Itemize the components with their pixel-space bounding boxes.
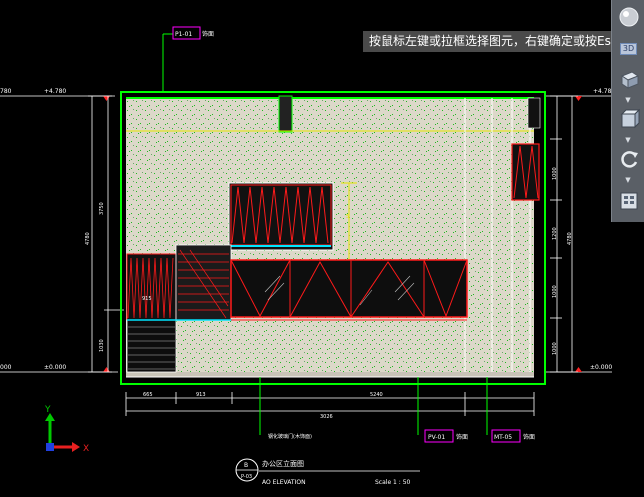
viewcube-icon — [619, 7, 638, 27]
svg-text:饰面: 饰面 — [456, 433, 468, 441]
ucs-icon: Y X — [44, 405, 89, 454]
svg-text:913: 913 — [196, 392, 206, 398]
command-prompt: 按鼠标左键或拉框选择图元，右键确定或按Esc取消 — [363, 31, 641, 52]
left-dimensions: 3750 4780 1030 — [85, 95, 124, 373]
svg-text:1000: 1000 — [552, 342, 558, 355]
svg-text:P-03: P-03 — [241, 474, 252, 480]
upper-cabinet — [228, 182, 334, 251]
svg-text:915: 915 — [142, 296, 152, 302]
svg-text:B: B — [244, 462, 248, 469]
panel-button[interactable] — [615, 188, 642, 214]
svg-text:5240: 5240 — [370, 392, 383, 398]
svg-text:4780: 4780 — [567, 232, 573, 245]
svg-text:钢化玻璃门(木饰面): 钢化玻璃门(木饰面) — [268, 433, 312, 440]
svg-text:1200: 1200 — [552, 227, 558, 240]
lower-cabinets — [230, 259, 468, 321]
svg-text:5: 5 — [346, 214, 349, 220]
svg-text:780: 780 — [0, 88, 12, 95]
svg-text:1000: 1000 — [552, 167, 558, 180]
title-block: B P-03 办公区立面图 AO ELEVATION Scale 1 : 50 — [235, 458, 420, 486]
svg-text:+4.780: +4.780 — [44, 88, 66, 95]
viewcube-button[interactable] — [615, 4, 642, 30]
svg-text:饰面: 饰面 — [202, 30, 214, 38]
bottom-material-tags: 钢化玻璃门(木饰面) PV-01 饰面 MT-05 饰面 — [259, 377, 535, 443]
svg-text:饰面: 饰面 — [523, 433, 535, 441]
3d-view-icon: 3D — [619, 43, 638, 55]
box-view-button[interactable] — [615, 66, 642, 92]
svg-text:1030: 1030 — [99, 339, 105, 352]
svg-text:办公区立面图: 办公区立面图 — [262, 459, 304, 468]
navigation-bar: 3D ▼ ▼ ▼ — [611, 0, 644, 222]
svg-text:Y: Y — [44, 405, 51, 415]
panel-icon — [620, 192, 637, 210]
orbit-icon — [620, 151, 638, 168]
box-view-icon — [620, 71, 639, 89]
3d-view-button[interactable]: 3D — [615, 36, 642, 62]
right-window — [511, 143, 540, 201]
svg-text:000: 000 — [0, 364, 12, 371]
svg-text:3026: 3026 — [320, 414, 333, 420]
bottom-dimensions: 665 913 5240 3026 — [125, 392, 535, 420]
svg-text:Scale 1 : 50: Scale 1 : 50 — [375, 479, 411, 486]
cube-view-icon — [620, 108, 640, 129]
top-material-tag: P1-01 饰面 — [162, 26, 214, 93]
svg-text:1000: 1000 — [552, 285, 558, 298]
cube-view-dropdown[interactable]: ▼ — [623, 136, 633, 144]
svg-text:X: X — [83, 444, 89, 454]
svg-text:PV-01: PV-01 — [428, 434, 445, 441]
cube-view-button[interactable] — [615, 106, 642, 132]
svg-text:MT-05: MT-05 — [494, 434, 512, 441]
drawing-canvas[interactable]: P1-01 饰面 +4.780 +4.780 ±0.000 ±0.000 780… — [0, 0, 644, 497]
right-dimensions: 1000 1200 1000 1000 4780 — [550, 95, 578, 373]
svg-text:P1-01: P1-01 — [175, 31, 192, 38]
orbit-dropdown[interactable]: ▼ — [623, 176, 633, 184]
svg-text:3750: 3750 — [99, 202, 105, 215]
svg-text:±0.000: ±0.000 — [44, 364, 66, 371]
svg-text:±0.000: ±0.000 — [590, 364, 612, 371]
svg-text:4780: 4780 — [85, 232, 91, 245]
svg-text:AO ELEVATION: AO ELEVATION — [262, 479, 306, 486]
orbit-button[interactable] — [615, 146, 642, 172]
box-view-dropdown[interactable]: ▼ — [623, 96, 633, 104]
svg-text:665: 665 — [143, 392, 153, 398]
